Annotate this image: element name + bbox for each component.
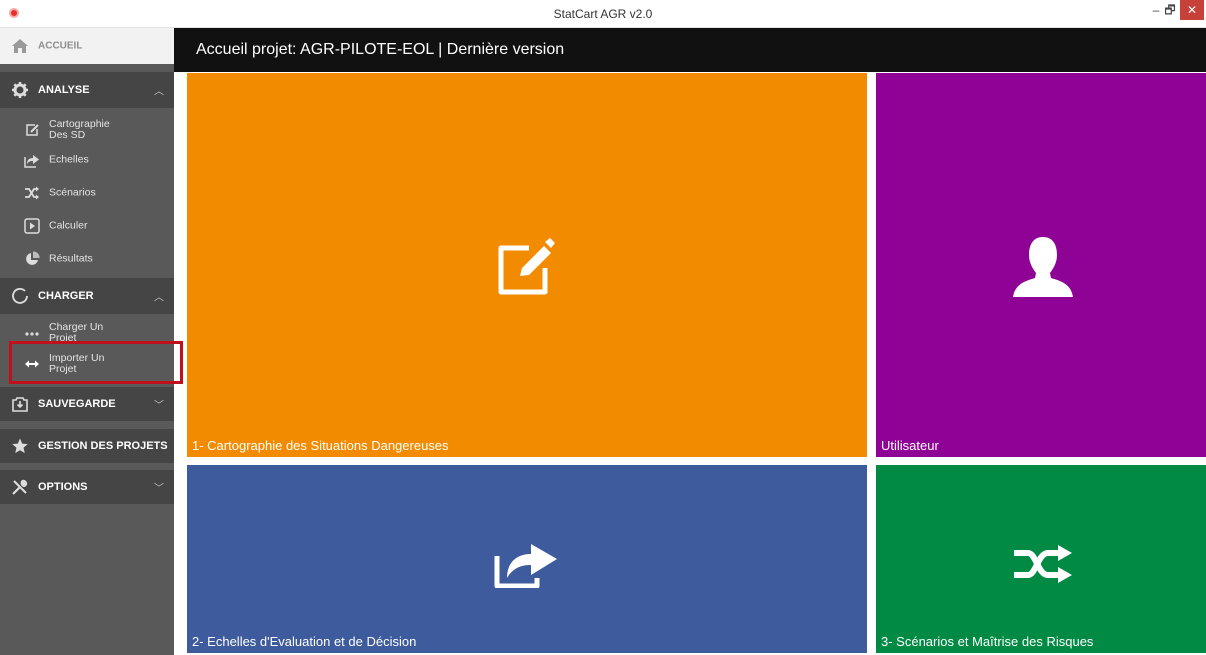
chevron-down-icon: ﹀	[154, 483, 164, 495]
page-title: Accueil projet: AGR-PILOTE-EOL | Dernièr…	[196, 41, 565, 58]
nav-item-label: Echelles	[49, 153, 89, 166]
tile-echelles[interactable]: 2- Echelles d'Evaluation et de Décision	[187, 465, 867, 653]
nav-section-analyse[interactable]: ANALYSE ︿	[0, 72, 174, 108]
nav-accueil-label: ACCUEIL	[38, 40, 83, 52]
title-bar: StatCart AGR v2.0 – 🗗 ✕	[0, 0, 1206, 28]
nav-item-resultats[interactable]: Résultats	[0, 247, 174, 271]
tile-label: 2- Echelles d'Evaluation et de Décision	[192, 634, 417, 649]
window-title: StatCart AGR v2.0	[553, 7, 653, 21]
save-icon	[12, 397, 28, 412]
edit-icon	[498, 238, 555, 295]
nav-item-label: Résultats	[49, 252, 93, 265]
nav-item-cartographie[interactable]: Cartographie Des SD	[0, 114, 174, 146]
nav-section-options[interactable]: OPTIONS ﹀	[0, 470, 174, 504]
nav-item-label: Scénarios	[49, 186, 96, 199]
nav-item-calculer[interactable]: Calculer	[0, 214, 174, 238]
shuffle-icon	[1014, 545, 1072, 583]
nav-section-sauvegarde-label: SAUVEGARDE	[38, 398, 116, 410]
star-icon	[12, 438, 28, 454]
tile-label: 3- Scénarios et Maîtrise des Risques	[881, 634, 1094, 649]
tile-utilisateur[interactable]: Utilisateur	[876, 73, 1206, 457]
nav-accueil[interactable]: ACCUEIL	[0, 28, 174, 64]
share-icon	[24, 155, 39, 168]
ellipsis-icon	[25, 332, 39, 336]
tools-icon	[12, 479, 28, 495]
nav-item-echelles[interactable]: Echelles	[0, 148, 174, 172]
nav-item-label: Calculer	[49, 219, 88, 232]
nav-section-gestion[interactable]: GESTION DES PROJETS	[0, 429, 174, 463]
tile-label: Utilisateur	[881, 438, 939, 453]
edit-icon	[26, 124, 39, 136]
page-header: Accueil projet: AGR-PILOTE-EOL | Dernièr…	[174, 28, 1206, 72]
tile-label: 1- Cartographie des Situations Dangereus…	[192, 438, 449, 453]
close-button[interactable]: ✕	[1180, 0, 1204, 20]
shuffle-icon	[25, 186, 39, 200]
chevron-down-icon: ﹀	[154, 400, 164, 412]
pie-chart-icon	[26, 251, 40, 265]
chevron-up-icon: ︿	[154, 86, 164, 98]
tile-scenarios[interactable]: 3- Scénarios et Maîtrise des Risques	[876, 465, 1206, 653]
nav-section-gestion-label: GESTION DES PROJETS	[38, 440, 168, 452]
nav-item-scenarios[interactable]: Scénarios	[0, 181, 174, 205]
nav-section-options-label: OPTIONS	[38, 481, 88, 493]
nav-section-sauvegarde[interactable]: SAUVEGARDE ﹀	[0, 387, 174, 421]
app-window: StatCart AGR v2.0 – 🗗 ✕ ACCUEIL ANALYSE …	[0, 0, 1206, 655]
loading-icon	[12, 288, 28, 304]
user-icon	[1013, 237, 1073, 297]
share-icon	[494, 544, 557, 588]
nav-section-analyse-label: ANALYSE	[38, 84, 90, 96]
nav-section-charger-label: CHARGER	[38, 290, 94, 302]
play-icon	[24, 218, 40, 234]
tile-cartographie[interactable]: 1- Cartographie des Situations Dangereus…	[187, 73, 867, 457]
home-icon	[12, 39, 28, 53]
nav-section-charger[interactable]: CHARGER ︿	[0, 278, 174, 314]
nav-item-label: Des SD	[49, 129, 86, 141]
gear-icon	[12, 82, 28, 98]
chevron-up-icon: ︿	[154, 292, 164, 304]
maximize-button[interactable]: 🗗	[1160, 0, 1180, 20]
highlight-box	[9, 341, 183, 384]
